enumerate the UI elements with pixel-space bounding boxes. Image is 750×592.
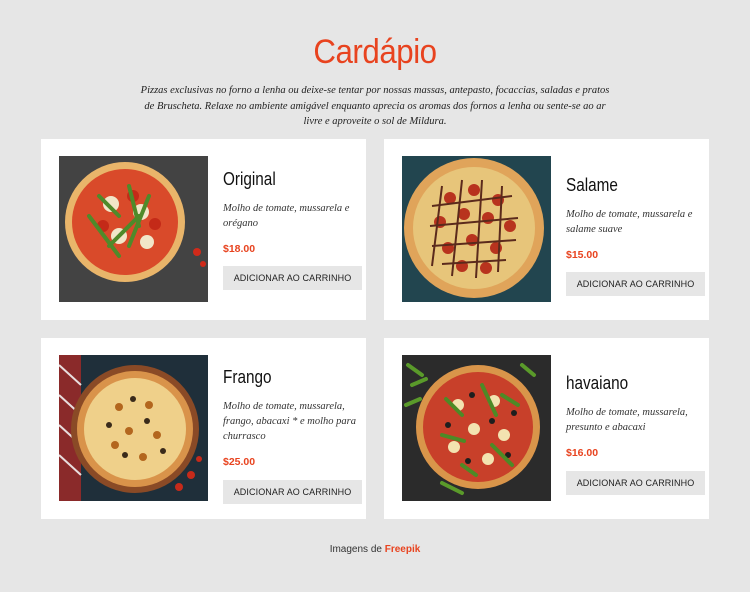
item-name: havaiano [566, 373, 629, 393]
item-description: Molho de tomate, mussarela e salame suav… [566, 209, 693, 235]
menu-card-havaiano: havaiano Molho de tomate, mussarela, pre… [384, 338, 709, 519]
add-to-cart-button[interactable]: ADICIONAR AO CARRINHO [566, 272, 705, 296]
add-to-cart-button[interactable]: ADICIONAR AO CARRINHO [566, 471, 705, 495]
item-price: $15.00 [566, 249, 599, 261]
item-name: Salame [566, 175, 618, 195]
add-to-cart-button[interactable]: ADICIONAR AO CARRINHO [223, 266, 362, 290]
image-credit: Imagens de Freepik [0, 544, 750, 555]
item-name: Frango [223, 367, 272, 387]
credit-prefix: Imagens de [329, 544, 382, 555]
item-name: Original [223, 169, 276, 189]
menu-card-salame: Salame Molho de tomate, mussarela e sala… [384, 139, 709, 320]
item-description: Molho de tomate, mussarela, presunto e a… [566, 407, 688, 433]
item-price: $18.00 [223, 243, 256, 255]
pizza-photo-salame [402, 156, 551, 302]
item-description: Molho de tomate, mussarela e orégano [223, 203, 350, 229]
pizza-photo-havaiano [402, 355, 551, 501]
menu-card-original: Original Molho de tomate, mussarela e or… [41, 139, 366, 320]
item-price: $25.00 [223, 456, 256, 468]
freepik-link[interactable]: Freepik [385, 544, 421, 555]
item-price: $16.00 [566, 447, 599, 459]
page-title: Cardápio [313, 33, 437, 71]
add-to-cart-button[interactable]: ADICIONAR AO CARRINHO [223, 480, 362, 504]
menu-card-frango: Frango Molho de tomate, mussarela, frang… [41, 338, 366, 519]
pizza-photo-original [59, 156, 208, 302]
intro-text: Pizzas exclusivas no forno a lenha ou de… [140, 85, 610, 127]
item-description: Molho de tomate, mussarela, frango, abac… [223, 401, 356, 442]
pizza-photo-frango [59, 355, 208, 501]
